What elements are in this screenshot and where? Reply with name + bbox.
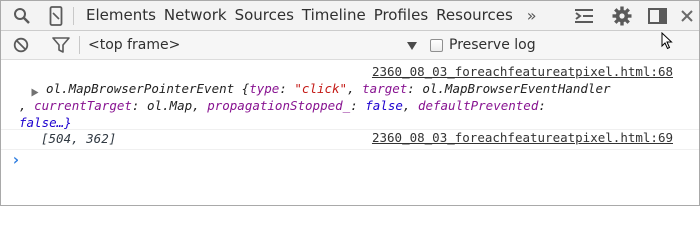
preserve-log-label: Preserve log	[449, 37, 536, 53]
prop-val-target: ol.MapBrowserEventHandler	[422, 81, 611, 96]
console-toolbar: <top frame> Preserve log	[1, 31, 699, 60]
close-icon[interactable]	[677, 9, 697, 22]
frame-selector[interactable]: <top frame>	[88, 36, 418, 55]
frame-selector-value: <top frame>	[88, 37, 181, 53]
object-type: ol.MapBrowserPointerEvent	[46, 81, 235, 96]
gear-icon[interactable]	[609, 6, 635, 26]
tab-resources[interactable]: Resources	[432, 1, 517, 30]
devtools-window: Elements Network Sources Timeline Profil…	[0, 0, 700, 206]
tab-profiles[interactable]: Profiles	[370, 1, 432, 30]
console-output: 2360_08_03_foreachfeatureatpixel.html:68…	[1, 60, 699, 205]
mouse-cursor-icon	[661, 31, 673, 54]
prop-val-type: "click"	[294, 81, 348, 96]
preserve-log-checkbox-box[interactable]	[430, 38, 443, 52]
preserve-log-checkbox[interactable]: Preserve log	[430, 37, 536, 53]
tab-network[interactable]: Network	[160, 1, 231, 30]
console-prompt[interactable]: ›	[1, 150, 699, 205]
tab-sources[interactable]: Sources	[231, 1, 298, 30]
prop-key-propagationstopped: propagationStopped_	[207, 98, 351, 113]
tab-elements[interactable]: Elements	[82, 1, 160, 30]
clear-console-icon[interactable]	[11, 37, 31, 53]
more-tabs-button[interactable]: »	[523, 1, 541, 30]
prop-key-type: type	[249, 81, 280, 96]
array-value[interactable]: [504, 362]	[41, 130, 116, 147]
filter-icon[interactable]	[51, 37, 71, 53]
main-toolbar: Elements Network Sources Timeline Profil…	[1, 1, 699, 31]
prop-val-currenttarget: ol.Map	[146, 98, 193, 113]
dropdown-arrow-icon	[406, 36, 418, 55]
brace-open: {	[234, 81, 250, 96]
dock-side-icon[interactable]	[645, 7, 671, 24]
console-toolbar-divider	[79, 36, 80, 54]
object-preview[interactable]: ol.MapBrowserPointerEvent {type: "click"…	[46, 80, 676, 97]
prop-val-defaultprevented: false…}	[19, 115, 72, 130]
toolbar-divider	[73, 6, 74, 25]
prompt-chevron-icon: ›	[11, 150, 21, 169]
message-source-link[interactable]: 2360_08_03_foreachfeatureatpixel.html:69	[372, 130, 673, 145]
search-icon[interactable]	[9, 7, 35, 25]
prop-val-propagationstopped: false	[365, 98, 403, 113]
drawer-toggle-icon[interactable]	[571, 8, 597, 24]
object-preview-line-2: , currentTarget: ol.Map, propagationStop…	[19, 98, 546, 113]
device-mode-icon[interactable]	[43, 5, 69, 26]
prop-key-currenttarget: currentTarget	[34, 98, 132, 113]
message-source-link[interactable]: 2360_08_03_foreachfeatureatpixel.html:68	[372, 64, 673, 79]
prop-key-target: target	[362, 81, 408, 96]
tab-timeline[interactable]: Timeline	[298, 1, 370, 30]
prop-key-defaultprevented: defaultPrevented	[417, 98, 539, 113]
